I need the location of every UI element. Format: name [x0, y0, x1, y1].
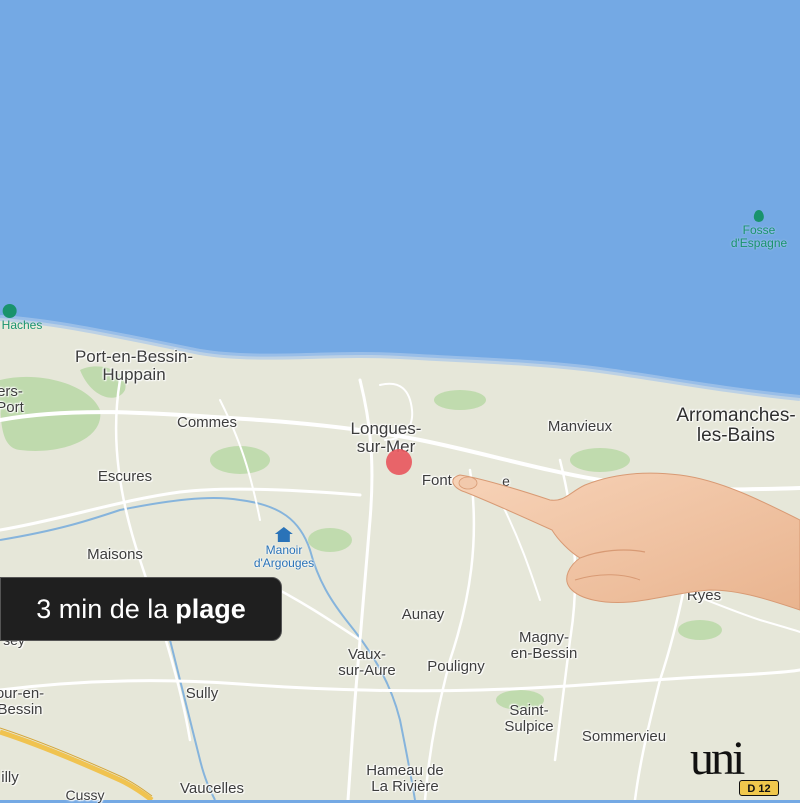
map-canvas[interactable] [0, 0, 800, 800]
place-hameau-de-la-riviere: Hameau de La Rivière [366, 763, 444, 795]
poi-label-line2: d'Espagne [730, 236, 788, 251]
house-icon [275, 527, 293, 534]
distance-badge: 3 min de la plage [0, 577, 282, 641]
place-line2: Huppain [102, 364, 166, 384]
place-line2: Port [0, 398, 24, 416]
place-line2: en-Bessin [510, 644, 578, 662]
place-line1: Vaux- [347, 646, 387, 663]
place-line2: sur-Mer [356, 436, 416, 456]
place-line2: Sulpice [504, 717, 554, 735]
place-line1: ers- [0, 383, 23, 400]
place-line2: La Rivière [371, 777, 439, 795]
house-icon-body [278, 534, 290, 542]
place-vaux-sur-aure: Vaux- sur-Aure [338, 647, 396, 679]
brand-tag: D 12 [739, 780, 779, 796]
place-aunay: Aunay [401, 606, 445, 623]
poi-haches[interactable]: Haches [1, 304, 43, 332]
drop-icon [754, 210, 764, 222]
place-escures: Escures [97, 468, 153, 485]
place-port-en-bessin: Port-en-Bessin- Huppain [75, 348, 193, 384]
place-line2: sur-Aure [338, 661, 396, 679]
place-vaucelles: Vaucelles [180, 780, 244, 797]
place-magny-en-bessin: Magny- en-Bessin [511, 630, 578, 662]
place-line2: Bessin [0, 700, 43, 718]
drop-icon [3, 304, 17, 318]
poi-fosse-d-espagne[interactable]: Fosse d'Espagne [731, 210, 787, 250]
place-line1: Magny- [518, 629, 570, 646]
brand-logo: uni D 12 [690, 735, 780, 797]
place-sully: Sully [185, 685, 219, 702]
pointing-hand-image [452, 472, 800, 611]
poi-label: Haches [1, 318, 43, 332]
badge-highlight: plage [175, 593, 246, 624]
badge-text: 3 min de la [36, 593, 169, 624]
poi-label-line2: d'Argouges [253, 556, 315, 571]
place-cussy: Cussy [65, 787, 105, 803]
place-line1: Arromanches- [676, 405, 796, 426]
place-vers-port: ers- Port [0, 384, 24, 416]
place-line1: our-en- [0, 685, 45, 702]
place-maisons: Maisons [87, 546, 143, 563]
poi-manoir-d-argouges[interactable]: Manoir d'Argouges [254, 527, 314, 570]
place-tour-en-bessin: our-en- Bessin [0, 686, 44, 718]
location-marker[interactable] [386, 449, 412, 475]
place-saint-sulpice: Saint- Sulpice [504, 703, 553, 735]
place-pouligny: Pouligny [427, 658, 485, 675]
place-longues-sur-mer: Longues- sur-Mer [351, 420, 422, 456]
place-line1: Hameau de [366, 762, 444, 779]
place-line1: Port-en-Bessin- [74, 347, 194, 366]
place-manvieux: Manvieux [547, 418, 613, 435]
place-line1: Longues- [350, 419, 422, 438]
place-commes: Commes [176, 414, 238, 431]
brand-wordmark: uni [690, 732, 745, 785]
place-line1: Saint- [509, 702, 549, 719]
place-tilly: illy [1, 769, 19, 786]
place-sommervieu: Sommervieu [581, 728, 667, 745]
